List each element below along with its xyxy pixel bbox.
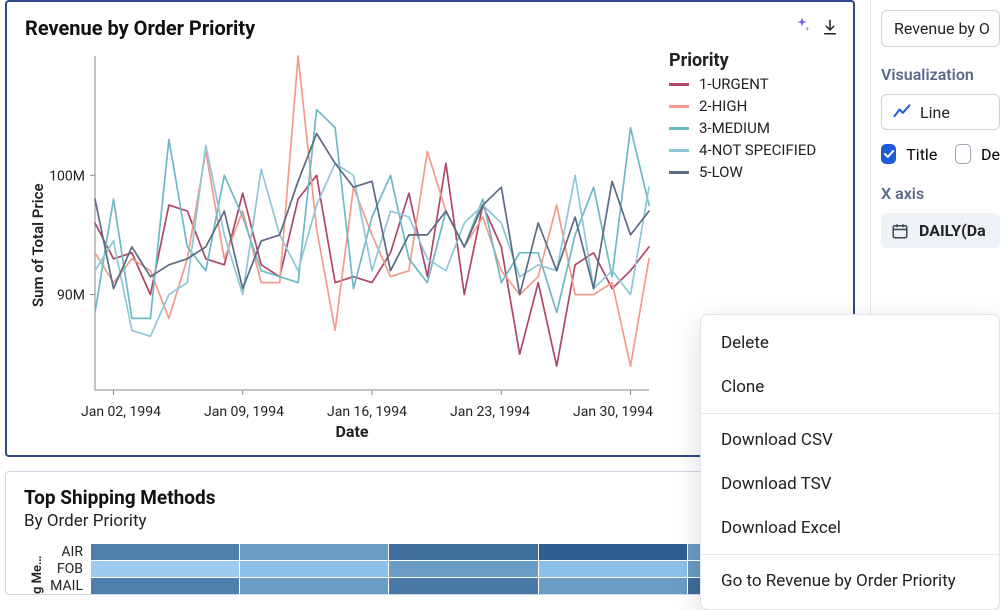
legend-title: Priority [669,50,835,71]
x-tick-label: Jan 09, 1994 [204,404,284,420]
legend-item[interactable]: 2-HIGH [669,97,835,115]
heatmap-cell [389,561,537,577]
description-checkbox[interactable] [955,144,971,164]
heatmap-cell [240,561,388,577]
x-axis-field-pill[interactable]: DAILY(Da [881,213,1000,248]
heatmap-cell [240,578,388,594]
heatmap-row-label: MAIL [45,578,91,594]
section-x-axis: X axis [881,184,1000,203]
heatmap-cell [91,544,239,560]
legend-item[interactable]: 1-URGENT [669,75,835,93]
context-menu-separator [701,554,999,555]
chart-title-field[interactable]: Revenue by O [881,10,1000,47]
x-axis-label: Date [47,422,657,441]
x-axis-field-label: DAILY(Da [919,221,986,240]
heatmap-y-axis-label: g Me… [24,543,45,594]
context-menu: DeleteClone Download CSVDownload TSVDownl… [700,314,1000,610]
heatmap-row-label: AIR [45,544,91,560]
calendar-icon [891,222,909,240]
heatmap-cell [91,578,239,594]
legend-item-label: 2-HIGH [699,97,747,115]
legend-item[interactable]: 3-MEDIUM [669,119,835,137]
panel-title: Revenue by Order Priority [25,16,835,40]
x-tick-label: Jan 16, 1994 [327,404,407,420]
heatmap-cell [389,578,537,594]
context-menu-item[interactable]: Download TSV [701,462,999,506]
x-tick-label: Jan 30, 1994 [573,404,653,420]
heatmap-cell [240,544,388,560]
x-tick-label: Jan 23, 1994 [450,404,530,420]
context-menu-item[interactable]: Clone [701,365,999,409]
heatmap-cell [91,561,239,577]
line-chart-icon [892,102,912,122]
title-checkbox[interactable] [881,144,896,164]
legend-item-label: 4-NOT SPECIFIED [699,141,816,159]
context-menu-item[interactable]: Go to Revenue by Order Priority [701,559,999,603]
svg-text:90M: 90M [57,288,85,304]
title-checkbox-label: Title [906,145,937,164]
viz-type-label: Line [920,103,950,122]
context-menu-item[interactable]: Download Excel [701,506,999,550]
heatmap-cell [539,578,687,594]
legend-item[interactable]: 4-NOT SPECIFIED [669,141,835,159]
ai-sparkle-icon[interactable] [793,16,811,38]
download-icon[interactable] [821,18,839,36]
section-visualization: Visualization [881,65,1000,84]
legend-item[interactable]: 5-LOW [669,163,835,181]
heatmap-cell [539,561,687,577]
y-axis-label: Sum of Total Price [25,50,47,441]
x-tick-label: Jan 02, 1994 [81,404,161,420]
context-menu-item[interactable]: Delete [701,321,999,365]
heatmap-cell [539,544,687,560]
line-chart: 90M 100M [47,50,657,400]
svg-text:100M: 100M [49,168,85,184]
legend-item-label: 3-MEDIUM [699,119,770,137]
description-checkbox-label: De [981,145,1000,164]
context-menu-item[interactable]: Download CSV [701,418,999,462]
legend-item-label: 5-LOW [699,163,743,181]
x-axis-ticks: Jan 02, 1994 Jan 09, 1994 Jan 16, 1994 Jan … [47,400,657,420]
heatmap-cell [389,544,537,560]
legend-item-label: 1-URGENT [699,75,769,93]
heatmap-row-label: FOB [45,561,91,577]
context-menu-separator [701,413,999,414]
viz-type-selector[interactable]: Line [881,94,1000,130]
